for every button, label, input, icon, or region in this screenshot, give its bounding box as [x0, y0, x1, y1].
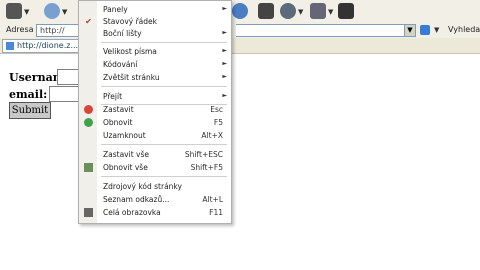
print-icon[interactable]: [6, 3, 22, 19]
address-dropdown-button[interactable]: ▼: [404, 24, 416, 37]
chevron-right-icon: ►: [222, 5, 227, 12]
menu-item-stop[interactable]: Zastavit Esc: [79, 103, 231, 115]
view-menu: Panely ► ✔ Stavový řádek Boční lišty ► V…: [78, 0, 232, 224]
email-label: email:: [9, 88, 48, 101]
chevron-right-icon: ►: [222, 60, 227, 67]
chevron-down-icon[interactable]: ▼: [298, 8, 303, 16]
address-input-continuation[interactable]: [236, 24, 412, 37]
menu-item-refresh[interactable]: Obnovit F5: [79, 116, 231, 128]
check-icon: ✔: [85, 17, 92, 26]
tab-page[interactable]: http://dione.z...: [2, 39, 90, 53]
globe-icon[interactable]: [232, 3, 248, 19]
submit-button[interactable]: Submit: [9, 102, 51, 119]
chevron-right-icon: ►: [222, 29, 227, 36]
menu-item-page-source[interactable]: Zdrojový kód stránky: [79, 180, 231, 192]
fullscreen-icon: [84, 208, 93, 217]
menu-item-fullscreen[interactable]: Celá obrazovka F11: [79, 206, 231, 218]
refresh-all-icon: [84, 163, 93, 172]
go-icon[interactable]: [420, 25, 430, 35]
search-label: Vyhleda: [448, 25, 480, 34]
main-toolbar: ▼ ▼ ▼ ▼: [0, 0, 480, 23]
chevron-down-icon[interactable]: ▼: [62, 8, 67, 16]
chevron-down-icon[interactable]: ▼: [434, 26, 439, 34]
chevron-right-icon: ►: [222, 47, 227, 54]
menu-item-go[interactable]: Přejít ►: [79, 90, 231, 102]
tab-bar: http://dione.z...: [0, 38, 480, 54]
tab-title: http://dione.z...: [17, 41, 79, 50]
menu-item-zoom[interactable]: Zvětšit stránku ►: [79, 71, 231, 83]
page-icon: [6, 42, 14, 50]
menu-item-sidebars[interactable]: Boční lišty ►: [79, 27, 231, 39]
menu-item-lock[interactable]: Uzamknout Alt+X: [79, 129, 231, 141]
menu-item-refresh-all[interactable]: Obnovit vše Shift+F5: [79, 161, 231, 173]
refresh-icon: [84, 118, 93, 127]
stop-icon: [84, 105, 93, 114]
menu-item-encoding[interactable]: Kódování ►: [79, 58, 231, 70]
menu-item-stop-all[interactable]: Zastavit vše Shift+ESC: [79, 148, 231, 160]
menu-item-panels[interactable]: Panely ►: [79, 3, 231, 15]
chevron-right-icon: ►: [222, 92, 227, 99]
menu-item-links-list[interactable]: Seznam odkazů... Alt+L: [79, 193, 231, 205]
menu-separator: [101, 144, 227, 145]
save-icon[interactable]: [258, 3, 274, 19]
menu-separator: [101, 176, 227, 177]
browser-icon[interactable]: [44, 3, 60, 19]
menu-item-status-bar[interactable]: ✔ Stavový řádek: [79, 15, 231, 27]
chevron-down-icon[interactable]: ▼: [328, 8, 333, 16]
mail-icon[interactable]: [280, 3, 296, 19]
menu-separator: [101, 86, 227, 87]
menu-separator: [101, 42, 227, 43]
menu-item-font-size[interactable]: Velikost písma ►: [79, 45, 231, 57]
address-label: Adresa: [6, 25, 34, 34]
email-input[interactable]: [49, 86, 81, 102]
extensions-icon[interactable]: [338, 3, 354, 19]
chevron-right-icon: ►: [222, 73, 227, 80]
address-bar: Adresa http:// ▼ ▼ Vyhleda: [0, 22, 480, 39]
tools-icon[interactable]: [310, 3, 326, 19]
chevron-down-icon[interactable]: ▼: [24, 8, 29, 16]
